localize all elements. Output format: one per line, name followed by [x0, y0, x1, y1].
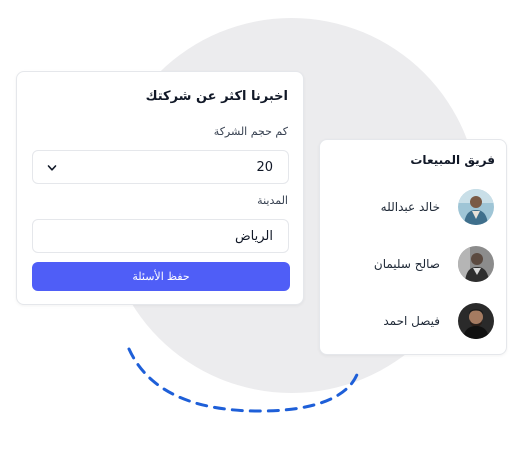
sales-team-card: فريق المبيعات خالد عبدالله صالح سليمان ف… — [319, 139, 507, 355]
city-label: المدينة — [257, 194, 288, 207]
team-member-name: خالد عبدالله — [380, 200, 440, 214]
chevron-down-icon — [47, 165, 57, 171]
person-avatar-icon — [458, 189, 494, 225]
team-member-faisal[interactable]: فيصل احمد — [332, 302, 494, 340]
person-avatar-icon — [458, 303, 494, 339]
team-member-name: فيصل احمد — [383, 314, 440, 328]
person-avatar-icon — [458, 246, 494, 282]
team-member-name: صالح سليمان — [373, 257, 440, 271]
company-info-card: اخبرنا اكثر عن شركتك كم حجم الشركة 20 ال… — [16, 71, 304, 305]
company-size-value: 20 — [256, 160, 273, 175]
form-title: اخبرنا اكثر عن شركتك — [145, 89, 288, 104]
team-member-khalid[interactable]: خالد عبدالله — [332, 188, 494, 226]
team-member-saleh[interactable]: صالح سليمان — [332, 245, 494, 283]
team-title: فريق المبيعات — [410, 153, 495, 167]
city-input[interactable]: الرياض — [32, 219, 289, 253]
company-size-select[interactable]: 20 — [32, 150, 289, 184]
city-input-value: الرياض — [234, 229, 273, 244]
company-size-label: كم حجم الشركة — [213, 125, 288, 138]
save-questions-button[interactable]: حفظ الأسئلة — [32, 262, 290, 291]
